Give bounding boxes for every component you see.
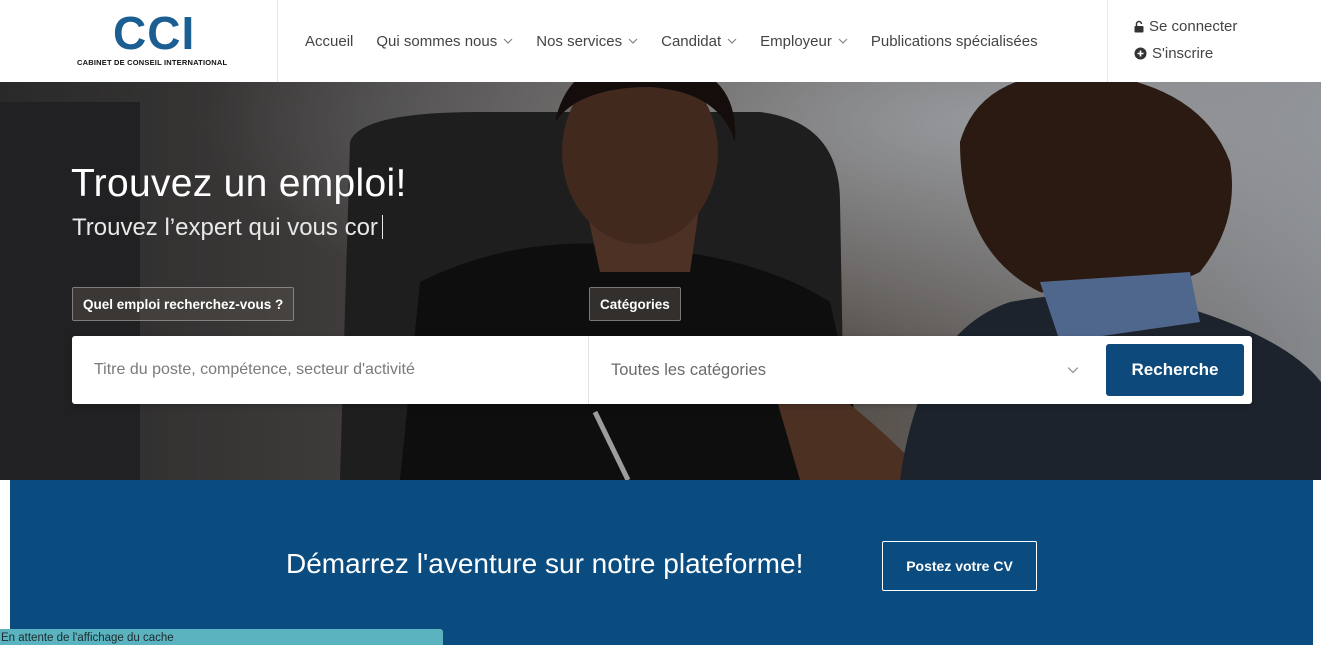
site-header: CCI CABINET DE CONSEIL INTERNATIONAL Acc… — [0, 0, 1321, 82]
signup-label: S'inscrire — [1152, 45, 1214, 62]
nav-item-employeur[interactable]: Employeur — [760, 33, 848, 50]
lock-icon — [1134, 20, 1144, 33]
hero-banner: Trouvez un emploi! Trouvez l’expert qui … — [0, 82, 1321, 480]
logo[interactable]: CCI CABINET DE CONSEIL INTERNATIONAL — [0, 0, 278, 82]
plus-circle-icon — [1134, 47, 1147, 60]
nav-item-publications[interactable]: Publications spécialisées — [871, 33, 1038, 50]
nav-item-nos-services[interactable]: Nos services — [536, 33, 638, 50]
nav-item-label: Candidat — [661, 32, 722, 50]
nav-item-qui-sommes-nous[interactable]: Qui sommes nous — [376, 33, 513, 50]
signup-link[interactable]: S'inscrire — [1134, 45, 1213, 62]
login-label: Se connecter — [1149, 18, 1238, 35]
hero-subtitle: Trouvez l’expert qui vous cor — [72, 214, 383, 242]
hero-overlay — [0, 82, 1321, 480]
typing-cursor — [381, 215, 383, 239]
nav-item-label: Qui sommes nous — [376, 32, 498, 50]
cta-text: Démarrez l'aventure sur notre plateforme… — [286, 548, 804, 579]
chevron-down-icon — [628, 38, 638, 44]
login-link[interactable]: Se connecter — [1134, 18, 1237, 35]
hero-subtitle-text: Trouvez l’expert qui vous cor — [72, 214, 378, 241]
hero-title: Trouvez un emploi! — [71, 162, 407, 205]
auth-links: Se connecter S'inscrire — [1107, 0, 1321, 82]
chevron-down-icon — [727, 38, 737, 44]
chevron-down-icon — [1067, 367, 1079, 374]
query-tag: Quel emploi recherchez-vous ? — [72, 287, 295, 321]
job-search-bar: Toutes les catégories Recherche — [72, 336, 1252, 404]
nav-item-label: Accueil — [305, 32, 354, 50]
nav-item-label: Employeur — [760, 32, 832, 50]
browser-status-bar: En attente de l'affichage du cache — [0, 629, 443, 645]
job-search-input[interactable] — [72, 336, 588, 404]
nav-item-candidat[interactable]: Candidat — [661, 33, 737, 50]
post-cv-button[interactable]: Postez votre CV — [882, 541, 1037, 591]
cta-band: Démarrez l'aventure sur notre plateforme… — [10, 480, 1313, 645]
logo-mark: CCI — [113, 7, 196, 59]
categories-tag: Catégories — [589, 287, 681, 321]
search-button[interactable]: Recherche — [1106, 344, 1244, 396]
nav-item-accueil[interactable]: Accueil — [305, 33, 353, 50]
chevron-down-icon — [503, 38, 513, 44]
chevron-down-icon — [838, 38, 848, 44]
nav-item-label: Publications spécialisées — [870, 32, 1038, 50]
logo-subtitle: CABINET DE CONSEIL INTERNATIONAL — [77, 58, 228, 67]
main-nav: Accueil Qui sommes nous Nos services Can… — [305, 0, 1038, 82]
category-select-value: Toutes les catégories — [611, 360, 767, 379]
nav-item-label: Nos services — [536, 32, 623, 50]
category-select[interactable]: Toutes les catégories — [589, 336, 1089, 404]
